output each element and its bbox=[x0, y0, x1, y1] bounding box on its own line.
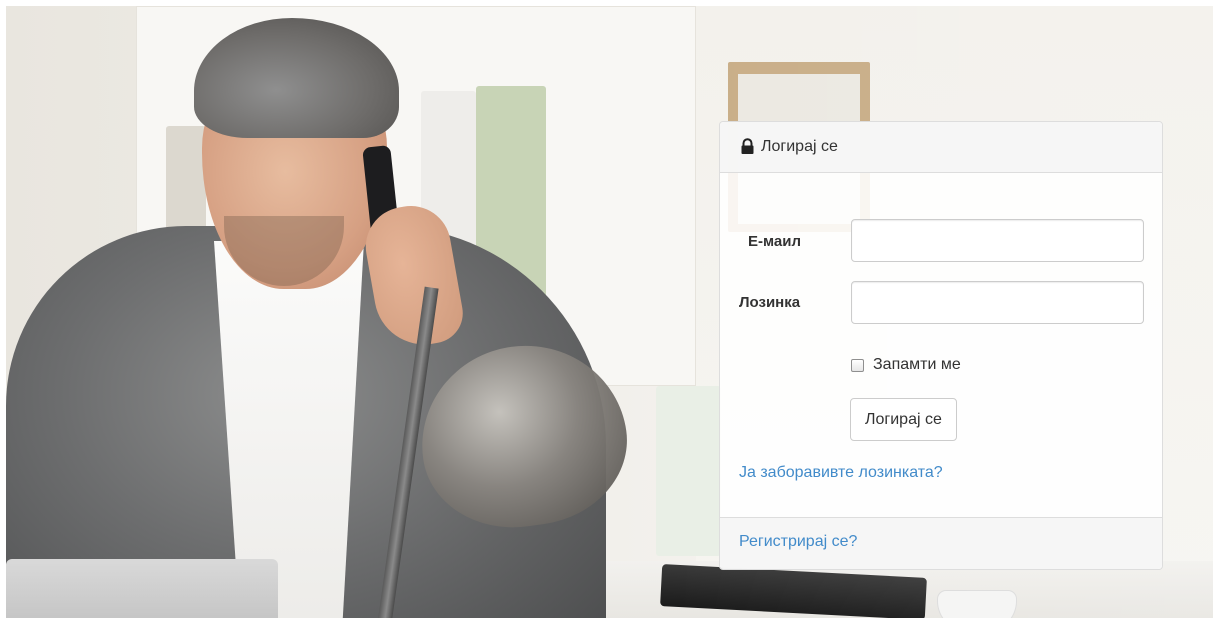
lock-icon bbox=[739, 137, 756, 155]
login-panel-heading: Логирај се bbox=[720, 122, 1162, 173]
login-page: Логирај се Е-маил Лозинка Запамти ме Лог… bbox=[0, 0, 1219, 618]
password-input[interactable] bbox=[851, 281, 1144, 324]
email-input[interactable] bbox=[851, 219, 1144, 262]
password-label: Лозинка bbox=[739, 294, 801, 311]
remember-me-checkbox[interactable] bbox=[851, 358, 864, 372]
login-panel: Логирај се Е-маил Лозинка Запамти ме Лог… bbox=[719, 121, 1163, 570]
forgot-password-link[interactable]: Ја заборавивте лозинката? bbox=[739, 464, 943, 482]
email-label: Е-маил bbox=[748, 233, 801, 250]
login-button[interactable]: Логирај се bbox=[850, 398, 957, 441]
login-panel-title: Логирај се bbox=[761, 138, 838, 155]
remember-me-label: Запамти ме bbox=[873, 356, 961, 373]
register-link[interactable]: Регистрирај се? bbox=[739, 533, 857, 551]
remember-me[interactable]: Запамти ме bbox=[851, 356, 961, 374]
login-panel-footer: Регистрирај се? bbox=[720, 517, 1162, 569]
